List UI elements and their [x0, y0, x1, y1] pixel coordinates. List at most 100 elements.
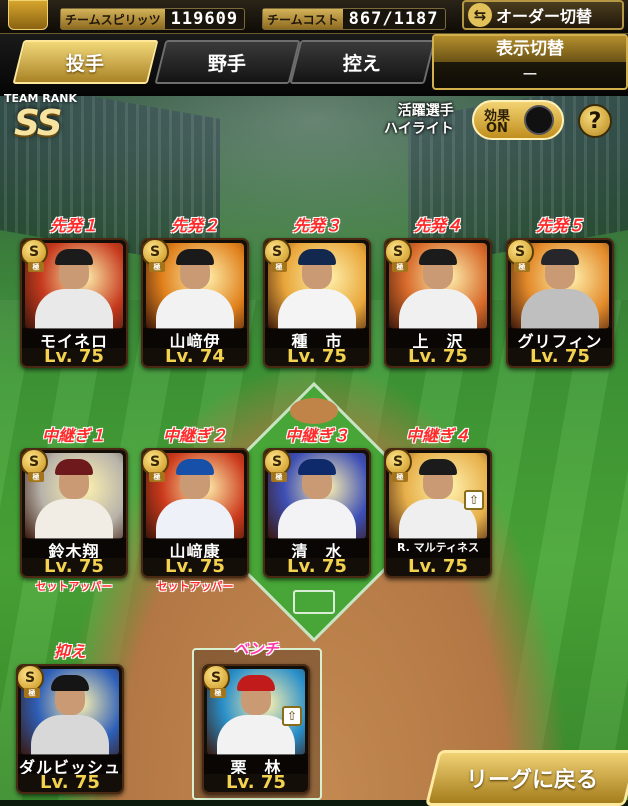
player-slot[interactable]: ベンチ S極 ⇧ 栗 林 Lv. 75	[202, 640, 310, 794]
player-card[interactable]: S極 グリフィン Lv. 75	[506, 238, 614, 368]
player-level: Lv. 75	[44, 346, 104, 367]
rarity-s-badge-icon: S極	[204, 666, 230, 698]
player-uniform	[521, 289, 599, 329]
player-card[interactable]: S極 モイネロ Lv. 75	[20, 238, 128, 368]
player-cap	[55, 249, 93, 265]
help-button[interactable]: ?	[578, 104, 612, 138]
upgrade-arrow-icon[interactable]: ⇧	[464, 490, 484, 510]
rarity-s-badge-icon: S極	[508, 240, 534, 272]
player-card[interactable]: S極 種 市 Lv. 75	[263, 238, 371, 368]
player-name: ダルビッシュ	[18, 754, 122, 774]
highlight-label: 活躍選手 ハイライト	[384, 102, 454, 138]
player-cap	[55, 459, 93, 475]
position-label: 先発５	[535, 216, 584, 235]
player-name: 山﨑伊	[143, 328, 247, 348]
rarity-s-badge-icon: S極	[22, 240, 48, 272]
player-cap	[298, 249, 336, 265]
position-label: 中継ぎ２	[162, 426, 227, 445]
back-to-league-label: リーグに戻る	[465, 768, 598, 793]
player-slot[interactable]: 抑え S極 ダルビッシュ Lv. 75	[16, 642, 124, 794]
player-card[interactable]: S極 山﨑康 Lv. 75	[141, 448, 249, 578]
display-switch-title: 表示切替	[434, 36, 626, 62]
team-spirit-stat: チームスピリッツ 119609	[60, 8, 246, 30]
display-switch-button[interactable]: 表示切替 ー	[432, 34, 628, 90]
player-uniform	[399, 289, 477, 329]
position-label: 先発２	[170, 216, 219, 235]
team-rank: TEAM RANK SS	[4, 92, 100, 144]
player-cap	[419, 459, 457, 475]
home-plate	[293, 590, 335, 614]
team-cost-value: 867/1187	[348, 9, 439, 29]
rarity-s-badge-icon: S極	[22, 450, 48, 482]
player-name: モイネロ	[22, 328, 126, 348]
player-cap	[51, 675, 89, 691]
role-subtitle: セットアッパー	[35, 580, 113, 593]
player-name: R. マルティネス	[386, 538, 490, 558]
position-label: ベンチ	[233, 640, 279, 658]
player-slot[interactable]: 先発５ S極 グリフィン Lv. 75	[506, 216, 614, 368]
player-card[interactable]: S極 清 水 Lv. 75	[263, 448, 371, 578]
tab-reserves-label: 控え	[343, 52, 382, 75]
order-switch-button[interactable]: ⇆ オーダー切替	[462, 0, 624, 30]
team-spirit-label: チームスピリッツ	[61, 9, 165, 29]
tab-fielders[interactable]: 野手	[154, 40, 301, 84]
player-level: Lv. 75	[40, 772, 100, 793]
player-slot[interactable]: 先発４ S極 上 沢 Lv. 75	[384, 216, 492, 368]
player-uniform	[35, 499, 113, 539]
player-cap	[237, 675, 275, 691]
team-cost-label: チームコスト	[263, 9, 343, 29]
player-name: 上 沢	[386, 328, 490, 348]
position-label: 先発１	[49, 216, 98, 235]
team-cost-stat: チームコスト 867/1187	[262, 8, 446, 30]
position-label: 中継ぎ４	[405, 426, 470, 445]
player-slot[interactable]: 先発３ S極 種 市 Lv. 75	[263, 216, 371, 368]
player-cap	[298, 459, 336, 475]
player-slot[interactable]: 先発１ S極 モイネロ Lv. 75	[20, 216, 128, 368]
header-bar: チームスピリッツ 119609 チームコスト 867/1187 ⇆ オーダー切替	[0, 0, 628, 34]
tab-bar: 投手 野手 控え 表示切替 ー	[0, 34, 628, 96]
player-uniform	[35, 289, 113, 329]
player-card[interactable]: S極 山﨑伊 Lv. 74	[141, 238, 249, 368]
toggle-knob	[524, 105, 554, 135]
player-level: Lv. 75	[287, 556, 347, 577]
player-slot[interactable]: 中継ぎ３ S極 清 水 Lv. 75	[263, 426, 371, 578]
player-name: 栗 林	[204, 754, 308, 774]
player-slot[interactable]: 中継ぎ４ S極 ⇧ R. マルティネス Lv. 75	[384, 426, 492, 578]
rarity-s-badge-icon: S極	[386, 240, 412, 272]
rarity-s-badge-icon: S極	[386, 450, 412, 482]
player-slot[interactable]: 中継ぎ１ S極 鈴木翔 Lv. 75 セットアッパー	[20, 426, 128, 593]
player-card[interactable]: S極 ダルビッシュ Lv. 75	[16, 664, 124, 794]
player-uniform	[278, 289, 356, 329]
position-label: 先発４	[413, 216, 462, 235]
upgrade-arrow-icon[interactable]: ⇧	[282, 706, 302, 726]
player-slot[interactable]: 先発２ S極 山﨑伊 Lv. 74	[141, 216, 249, 368]
back-to-league-button[interactable]: リーグに戻る	[425, 750, 628, 806]
team-rank-value: SS	[14, 103, 63, 144]
tab-reserves[interactable]: 控え	[289, 40, 436, 84]
position-label: 抑え	[53, 642, 86, 661]
highlight-label-line2: ハイライト	[384, 121, 454, 137]
rarity-s-badge-icon: S極	[265, 450, 291, 482]
player-card[interactable]: S極 ⇧ R. マルティネス Lv. 75	[384, 448, 492, 578]
pitchers-mound	[290, 398, 338, 424]
player-uniform	[278, 499, 356, 539]
tab-pitchers[interactable]: 投手	[12, 40, 159, 84]
rarity-s-badge-icon: S極	[143, 240, 169, 272]
rarity-s-badge-icon: S極	[265, 240, 291, 272]
order-switch-label: オーダー切替	[496, 7, 593, 26]
player-card[interactable]: S極 上 沢 Lv. 75	[384, 238, 492, 368]
player-card[interactable]: S極 鈴木翔 Lv. 75	[20, 448, 128, 578]
player-slot[interactable]: 中継ぎ２ S極 山﨑康 Lv. 75 セットアッパー	[141, 426, 249, 593]
player-cap	[176, 459, 214, 475]
rarity-s-badge-icon: S極	[143, 450, 169, 482]
player-level: Lv. 75	[408, 556, 468, 577]
player-level: Lv. 75	[530, 346, 590, 367]
player-name: 清 水	[265, 538, 369, 558]
display-switch-value: ー	[521, 65, 538, 84]
player-card[interactable]: S極 ⇧ 栗 林 Lv. 75	[202, 664, 310, 794]
effect-toggle-state: ON	[486, 121, 508, 136]
player-name: 種 市	[265, 328, 369, 348]
player-level: Lv. 75	[44, 556, 104, 577]
position-label: 中継ぎ３	[284, 426, 349, 445]
effect-toggle[interactable]: 効果 ON	[472, 100, 564, 140]
